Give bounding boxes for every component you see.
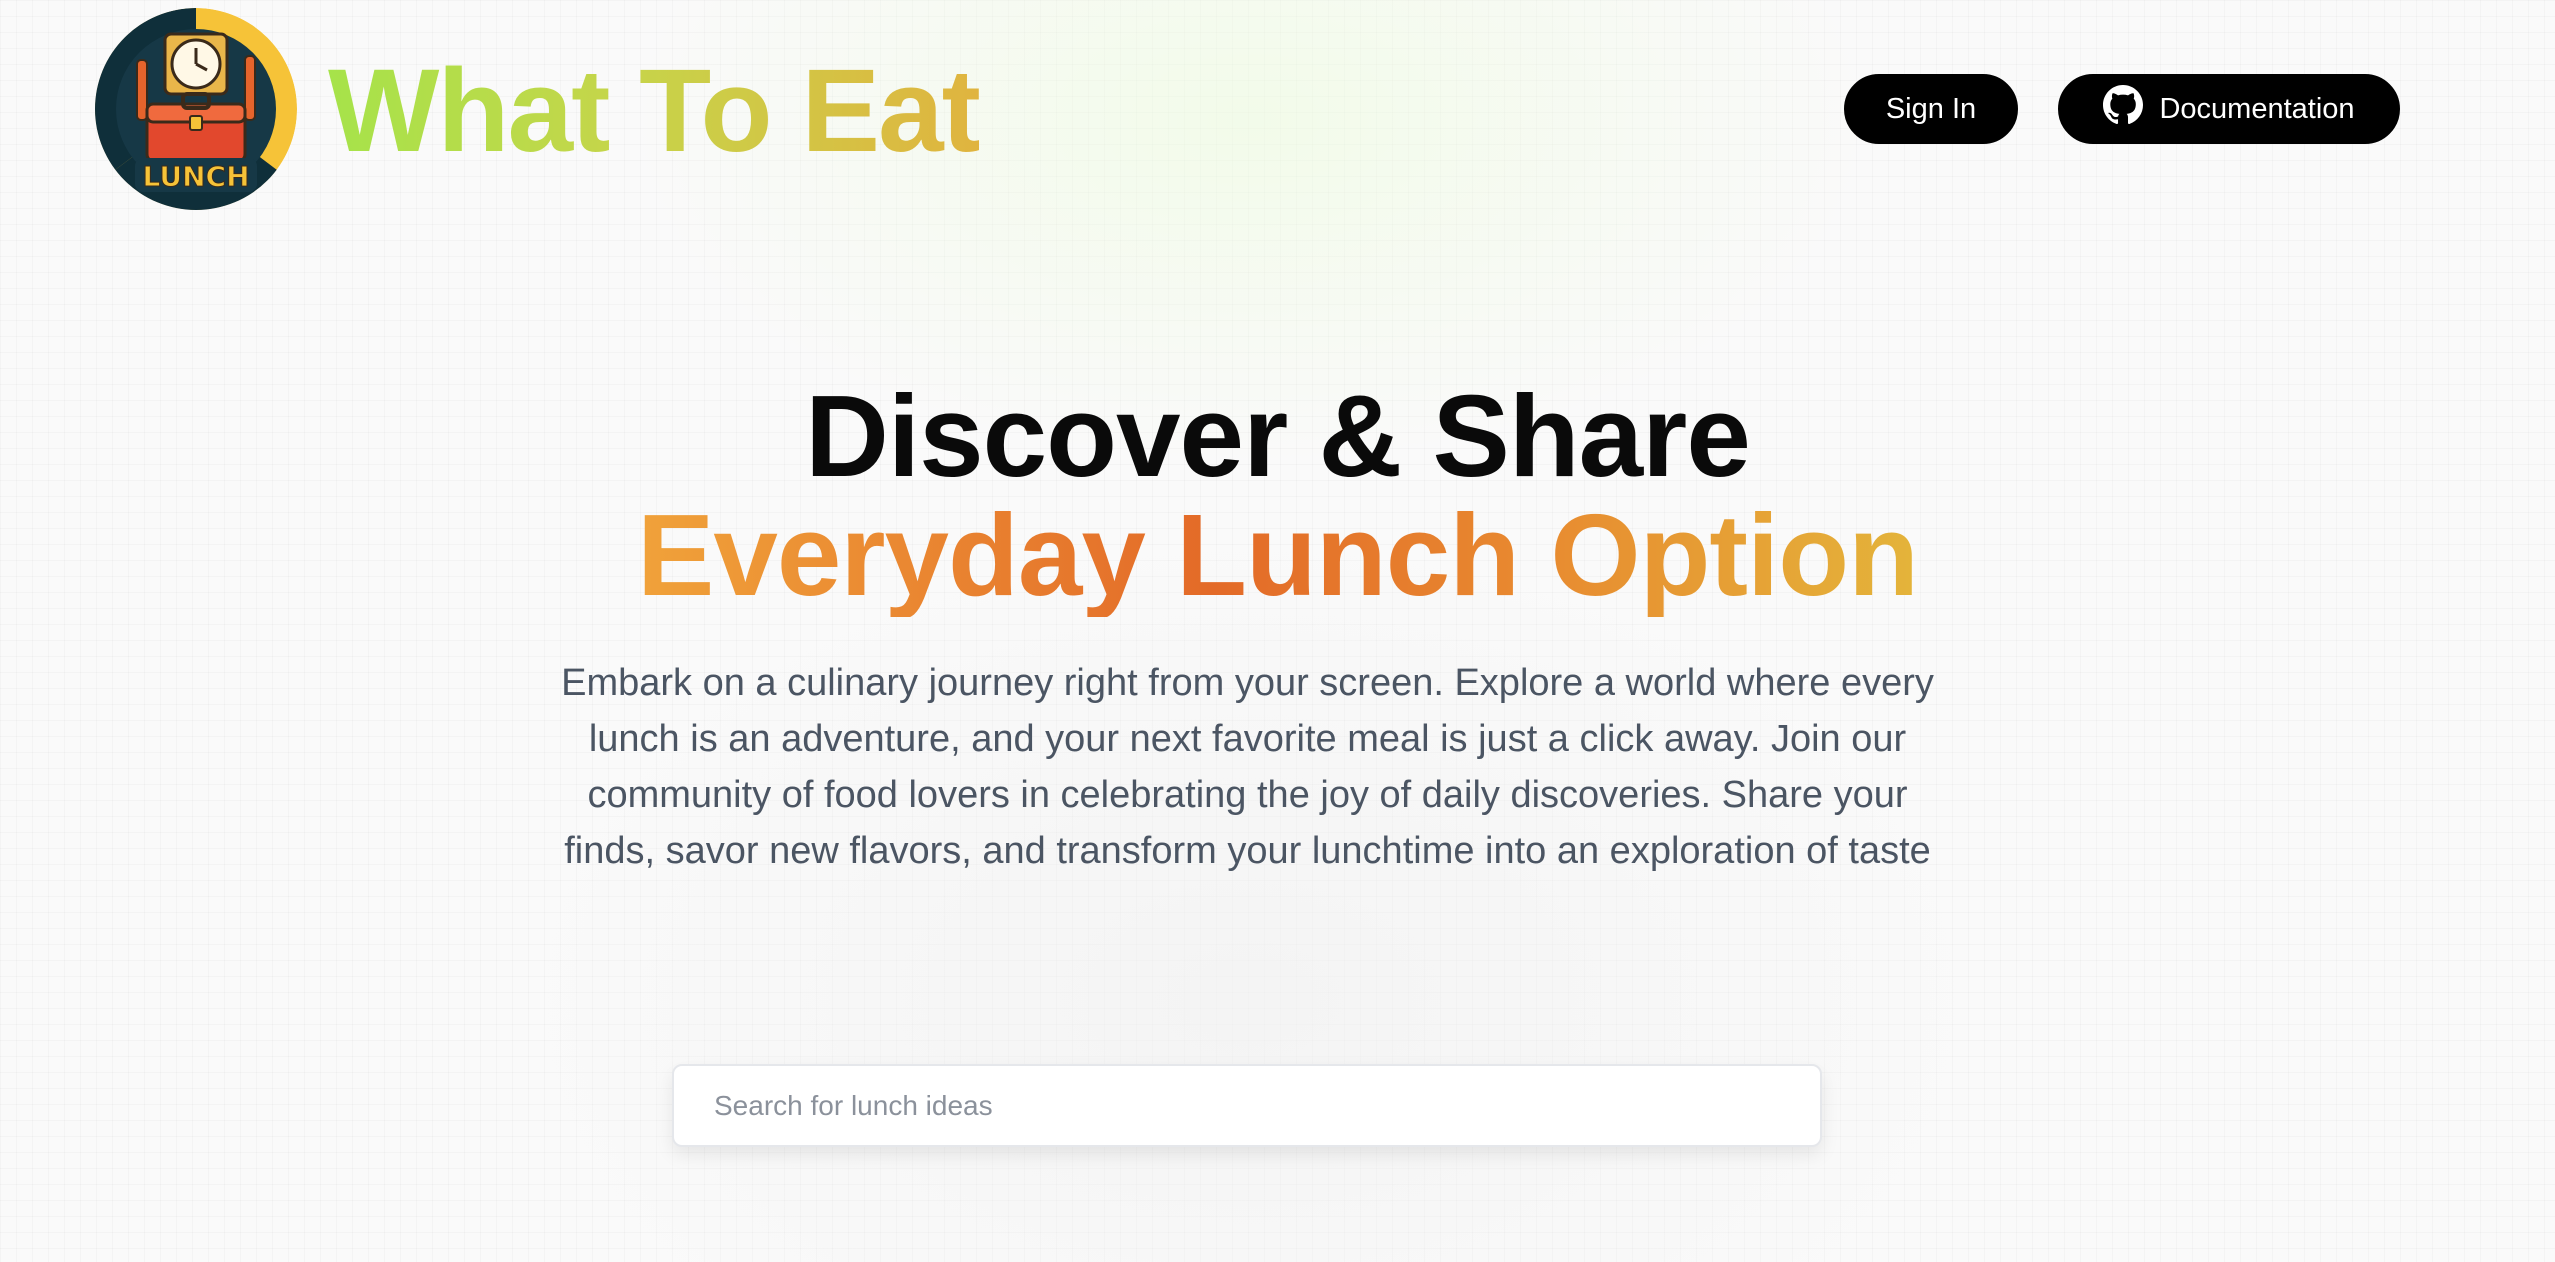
- sign-in-button[interactable]: Sign In: [1844, 74, 2018, 144]
- logo-text: LUNCH: [143, 160, 250, 193]
- landing-page: LUNCH What To Eat Sign In Documentation …: [0, 0, 2555, 1262]
- lunchbox-logo-image: LUNCH: [95, 8, 297, 210]
- site-title[interactable]: What To Eat: [328, 52, 981, 170]
- search-input[interactable]: [672, 1064, 1822, 1147]
- documentation-label: Documentation: [2159, 92, 2355, 125]
- lunchbox-logo[interactable]: LUNCH: [95, 8, 297, 210]
- hero-description: Embark on a culinary journey right from …: [561, 662, 1934, 872]
- hero-headline-line2: Everyday Lunch Option: [637, 490, 1919, 620]
- hero-headline-line1: Discover & Share: [805, 371, 1751, 501]
- documentation-button[interactable]: Documentation: [2058, 74, 2400, 144]
- github-icon: [2103, 85, 2144, 133]
- hero-headline-line2-wrapper: Everyday Lunch Option: [0, 490, 2555, 620]
- sign-in-label: Sign In: [1885, 92, 1977, 125]
